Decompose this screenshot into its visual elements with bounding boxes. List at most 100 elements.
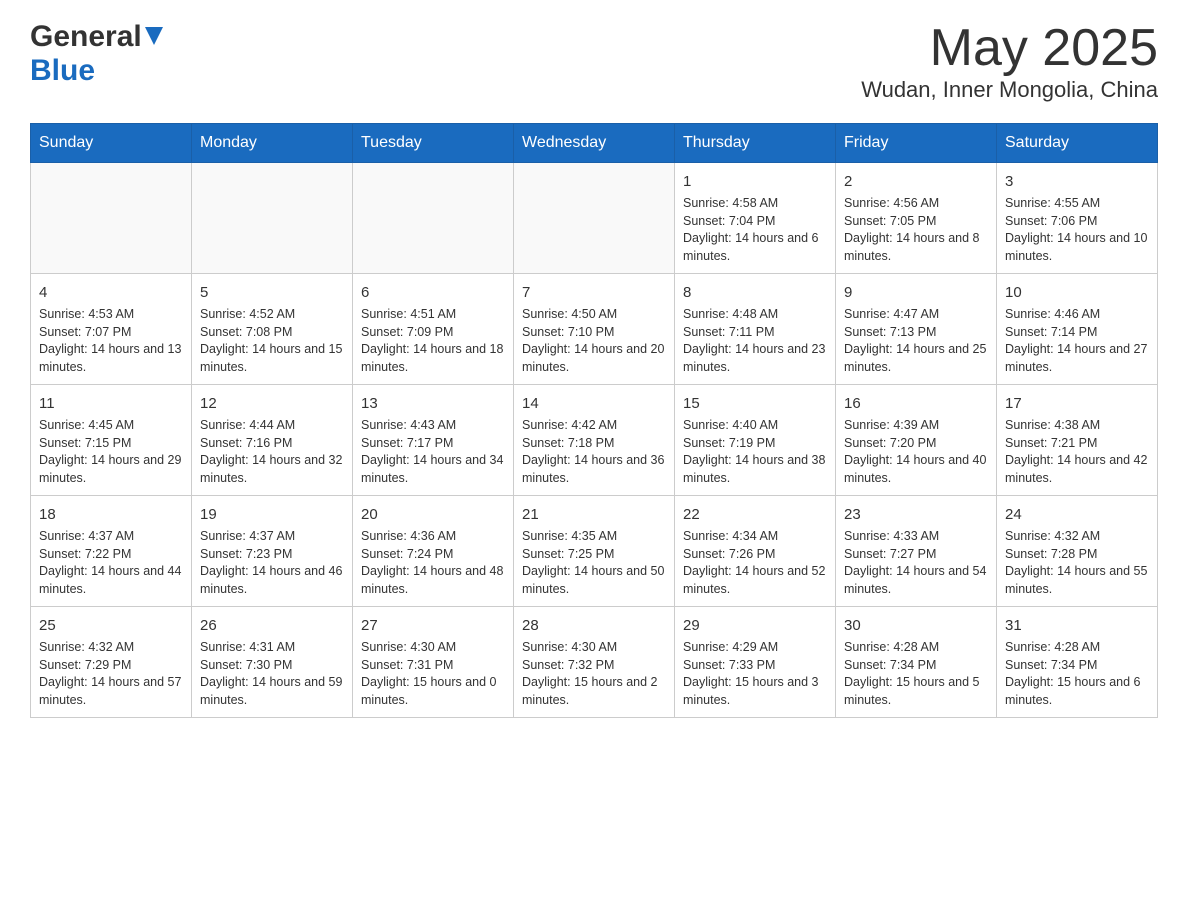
day-info: Sunrise: 4:52 AMSunset: 7:08 PMDaylight:…	[200, 306, 344, 376]
day-number: 2	[844, 171, 988, 192]
title-section: May 2025 Wudan, Inner Mongolia, China	[861, 20, 1158, 103]
day-info: Sunrise: 4:53 AMSunset: 7:07 PMDaylight:…	[39, 306, 183, 376]
calendar-cell: 8 Sunrise: 4:48 AMSunset: 7:11 PMDaylight…	[675, 274, 836, 385]
calendar-header-row: SundayMondayTuesdayWednesdayThursdayFrid…	[31, 124, 1158, 163]
calendar-cell: 5 Sunrise: 4:52 AMSunset: 7:08 PMDaylight…	[192, 274, 353, 385]
calendar-cell: 10 Sunrise: 4:46 AMSunset: 7:14 PMDayligh…	[997, 274, 1158, 385]
day-number: 29	[683, 615, 827, 636]
calendar-week-row: 1 Sunrise: 4:58 AMSunset: 7:04 PMDaylight…	[31, 163, 1158, 274]
day-number: 22	[683, 504, 827, 525]
calendar-cell: 2 Sunrise: 4:56 AMSunset: 7:05 PMDaylight…	[836, 163, 997, 274]
day-info: Sunrise: 4:28 AMSunset: 7:34 PMDaylight:…	[844, 639, 988, 709]
calendar-cell: 9Sunrise: 4:47 AMSunset: 7:13 PMDaylight…	[836, 274, 997, 385]
day-info: Sunrise: 4:45 AMSunset: 7:15 PMDaylight:…	[39, 417, 183, 487]
day-info: Sunrise: 4:32 AMSunset: 7:28 PMDaylight:…	[1005, 528, 1149, 598]
calendar-cell: 16Sunrise: 4:39 AMSunset: 7:20 PMDayligh…	[836, 385, 997, 496]
day-info: Sunrise: 4:37 AMSunset: 7:22 PMDaylight:…	[39, 528, 183, 598]
page-header: General Blue May 2025 Wudan, Inner Mongo…	[30, 20, 1158, 103]
weekday-header-saturday: Saturday	[997, 124, 1158, 163]
day-number: 1	[683, 171, 827, 192]
day-info: Sunrise: 4:36 AMSunset: 7:24 PMDaylight:…	[361, 528, 505, 598]
day-number: 15	[683, 393, 827, 414]
calendar-cell: 29 Sunrise: 4:29 AMSunset: 7:33 PMDayligh…	[675, 607, 836, 718]
calendar-cell: 13Sunrise: 4:43 AMSunset: 7:17 PMDayligh…	[353, 385, 514, 496]
day-number: 8	[683, 282, 827, 303]
calendar-cell: 21Sunrise: 4:35 AMSunset: 7:25 PMDayligh…	[514, 496, 675, 607]
calendar-cell	[31, 163, 192, 274]
day-number: 6	[361, 282, 505, 303]
day-number: 27	[361, 615, 505, 636]
day-info: Sunrise: 4:51 AMSunset: 7:09 PMDaylight:…	[361, 306, 505, 376]
calendar-cell: 28 Sunrise: 4:30 AMSunset: 7:32 PMDayligh…	[514, 607, 675, 718]
day-number: 17	[1005, 393, 1149, 414]
day-number: 23	[844, 504, 988, 525]
day-info: Sunrise: 4:56 AMSunset: 7:05 PMDaylight:…	[844, 195, 988, 265]
calendar-cell: 19 Sunrise: 4:37 AMSunset: 7:23 PMDayligh…	[192, 496, 353, 607]
day-info: Sunrise: 4:46 AMSunset: 7:14 PMDaylight:…	[1005, 306, 1149, 376]
calendar-cell: 30 Sunrise: 4:28 AMSunset: 7:34 PMDayligh…	[836, 607, 997, 718]
calendar-table: SundayMondayTuesdayWednesdayThursdayFrid…	[30, 123, 1158, 718]
day-number: 16	[844, 393, 988, 414]
day-number: 18	[39, 504, 183, 525]
day-info: Sunrise: 4:37 AMSunset: 7:23 PMDaylight:…	[200, 528, 344, 598]
calendar-week-row: 11 Sunrise: 4:45 AMSunset: 7:15 PMDayligh…	[31, 385, 1158, 496]
calendar-cell: 17 Sunrise: 4:38 AMSunset: 7:21 PMDayligh…	[997, 385, 1158, 496]
logo-triangle-icon	[145, 27, 163, 47]
day-info: Sunrise: 4:34 AMSunset: 7:26 PMDaylight:…	[683, 528, 827, 598]
calendar-cell: 4 Sunrise: 4:53 AMSunset: 7:07 PMDaylight…	[31, 274, 192, 385]
day-number: 30	[844, 615, 988, 636]
calendar-cell: 25Sunrise: 4:32 AMSunset: 7:29 PMDayligh…	[31, 607, 192, 718]
calendar-week-row: 25Sunrise: 4:32 AMSunset: 7:29 PMDayligh…	[31, 607, 1158, 718]
day-info: Sunrise: 4:55 AMSunset: 7:06 PMDaylight:…	[1005, 195, 1149, 265]
logo-blue-text: Blue	[30, 54, 95, 87]
calendar-cell: 22 Sunrise: 4:34 AMSunset: 7:26 PMDayligh…	[675, 496, 836, 607]
day-info: Sunrise: 4:30 AMSunset: 7:32 PMDaylight:…	[522, 639, 666, 709]
day-info: Sunrise: 4:31 AMSunset: 7:30 PMDaylight:…	[200, 639, 344, 709]
weekday-header-tuesday: Tuesday	[353, 124, 514, 163]
day-number: 7	[522, 282, 666, 303]
day-info: Sunrise: 4:33 AMSunset: 7:27 PMDaylight:…	[844, 528, 988, 598]
day-info: Sunrise: 4:43 AMSunset: 7:17 PMDaylight:…	[361, 417, 505, 487]
day-info: Sunrise: 4:35 AMSunset: 7:25 PMDaylight:…	[522, 528, 666, 598]
day-number: 5	[200, 282, 344, 303]
day-info: Sunrise: 4:29 AMSunset: 7:33 PMDaylight:…	[683, 639, 827, 709]
calendar-cell: 24 Sunrise: 4:32 AMSunset: 7:28 PMDayligh…	[997, 496, 1158, 607]
day-info: Sunrise: 4:58 AMSunset: 7:04 PMDaylight:…	[683, 195, 827, 265]
day-number: 10	[1005, 282, 1149, 303]
calendar-cell: 31 Sunrise: 4:28 AMSunset: 7:34 PMDayligh…	[997, 607, 1158, 718]
calendar-cell	[514, 163, 675, 274]
day-number: 24	[1005, 504, 1149, 525]
calendar-cell: 27 Sunrise: 4:30 AMSunset: 7:31 PMDayligh…	[353, 607, 514, 718]
calendar-cell: 20 Sunrise: 4:36 AMSunset: 7:24 PMDayligh…	[353, 496, 514, 607]
day-info: Sunrise: 4:38 AMSunset: 7:21 PMDaylight:…	[1005, 417, 1149, 487]
day-number: 31	[1005, 615, 1149, 636]
calendar-cell	[353, 163, 514, 274]
day-number: 28	[522, 615, 666, 636]
calendar-cell: 12Sunrise: 4:44 AMSunset: 7:16 PMDayligh…	[192, 385, 353, 496]
day-number: 19	[200, 504, 344, 525]
day-info: Sunrise: 4:28 AMSunset: 7:34 PMDaylight:…	[1005, 639, 1149, 709]
day-number: 12	[200, 393, 344, 414]
logo: General Blue	[30, 20, 163, 88]
calendar-cell: 14Sunrise: 4:42 AMSunset: 7:18 PMDayligh…	[514, 385, 675, 496]
day-number: 20	[361, 504, 505, 525]
day-number: 26	[200, 615, 344, 636]
calendar-cell: 18 Sunrise: 4:37 AMSunset: 7:22 PMDayligh…	[31, 496, 192, 607]
day-number: 4	[39, 282, 183, 303]
calendar-cell: 7 Sunrise: 4:50 AMSunset: 7:10 PMDaylight…	[514, 274, 675, 385]
day-info: Sunrise: 4:50 AMSunset: 7:10 PMDaylight:…	[522, 306, 666, 376]
month-year-title: May 2025	[861, 20, 1158, 77]
calendar-cell: 3Sunrise: 4:55 AMSunset: 7:06 PMDaylight…	[997, 163, 1158, 274]
calendar-cell	[192, 163, 353, 274]
day-number: 9	[844, 282, 988, 303]
calendar-week-row: 18 Sunrise: 4:37 AMSunset: 7:22 PMDayligh…	[31, 496, 1158, 607]
calendar-cell: 23 Sunrise: 4:33 AMSunset: 7:27 PMDayligh…	[836, 496, 997, 607]
day-info: Sunrise: 4:40 AMSunset: 7:19 PMDaylight:…	[683, 417, 827, 487]
day-info: Sunrise: 4:30 AMSunset: 7:31 PMDaylight:…	[361, 639, 505, 709]
weekday-header-friday: Friday	[836, 124, 997, 163]
weekday-header-sunday: Sunday	[31, 124, 192, 163]
calendar-cell: 15 Sunrise: 4:40 AMSunset: 7:19 PMDayligh…	[675, 385, 836, 496]
day-number: 14	[522, 393, 666, 414]
day-info: Sunrise: 4:48 AMSunset: 7:11 PMDaylight:…	[683, 306, 827, 376]
day-number: 11	[39, 393, 183, 414]
